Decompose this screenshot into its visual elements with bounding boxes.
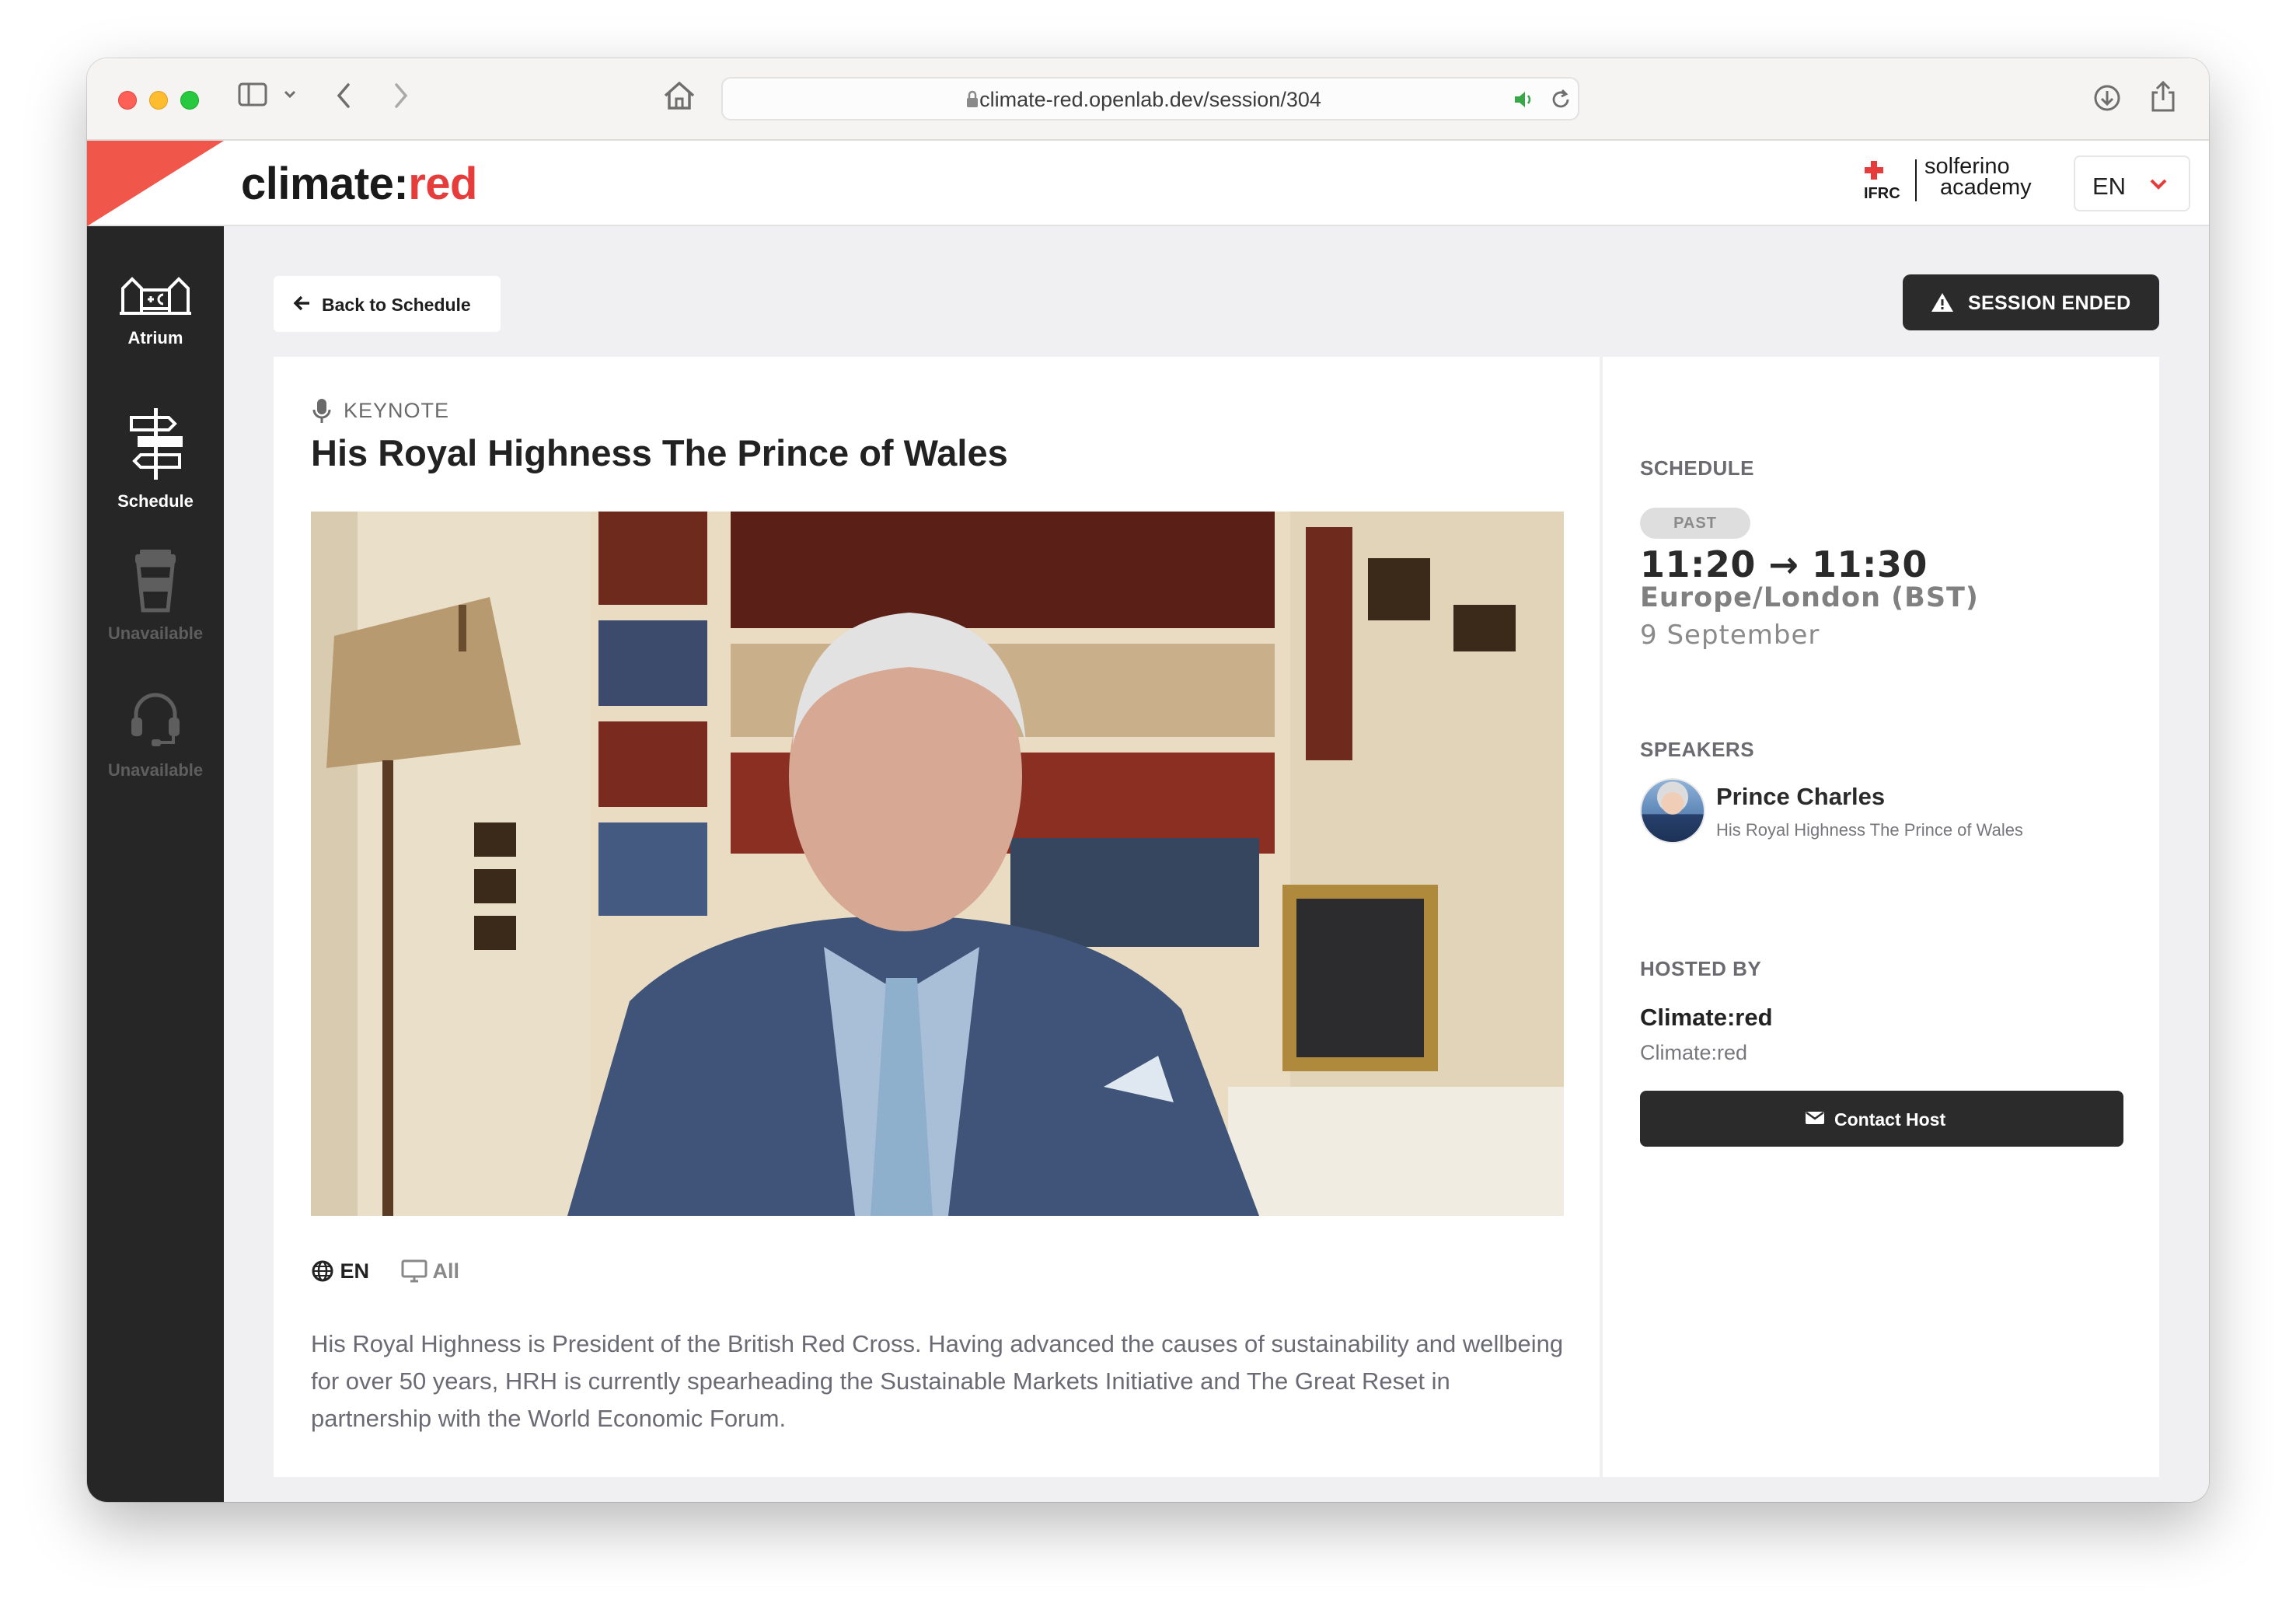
language-select[interactable]: EN — [2074, 155, 2190, 211]
partner-name-line1: solferino — [1924, 154, 2010, 179]
speaker-name[interactable]: Prince Charles — [1716, 783, 1885, 811]
sidebar-item-unavailable-headset: Unavailable — [87, 688, 224, 781]
session-language: EN — [311, 1259, 369, 1283]
warning-triangle-icon — [1931, 292, 1954, 317]
speakers-heading: SPEAKERS — [1640, 738, 1755, 761]
download-icon[interactable] — [2092, 83, 2122, 117]
sidebar-item-label: Unavailable — [107, 623, 204, 643]
zoom-window-button[interactable] — [180, 91, 199, 110]
close-window-button[interactable] — [118, 91, 137, 110]
red-cross-crescent-icon — [1864, 158, 1907, 188]
audio-playing-icon[interactable] — [1513, 89, 1536, 114]
sidebar: Atrium Schedule Unavailable Unavailable — [87, 226, 224, 1502]
headset-icon — [128, 693, 183, 753]
back-to-schedule-button[interactable]: Back to Schedule — [274, 276, 501, 332]
back-nav-icon[interactable] — [334, 82, 353, 114]
microphone-icon — [311, 397, 333, 431]
schedule-signpost-icon — [122, 408, 189, 484]
session-title: His Royal Highness The Prince of Wales — [311, 432, 1008, 473]
hosted-by-heading: HOSTED BY — [1640, 957, 1762, 980]
partner-name-line2: academy — [1940, 175, 2032, 200]
session-type-label: KEYNOTE — [344, 399, 450, 422]
atrium-icon — [118, 277, 193, 321]
sidebar-item-label: Atrium — [127, 328, 183, 347]
arrow-left-icon — [292, 293, 312, 317]
video-player[interactable] — [311, 512, 1564, 1216]
schedule-heading: SCHEDULE — [1640, 456, 1755, 480]
session-date: 9 September — [1640, 620, 1820, 651]
share-icon[interactable] — [2150, 80, 2176, 117]
speaker-video-frame — [311, 512, 1564, 1216]
brand-corner-triangle — [87, 141, 224, 226]
session-time-range: 11:20 → 11:30 — [1640, 543, 1928, 585]
reload-icon[interactable] — [1550, 88, 1572, 115]
solferino-academy-logo: solferino academy — [1924, 154, 2032, 200]
globe-icon — [311, 1259, 340, 1283]
chevron-down-icon — [2148, 176, 2169, 197]
session-audience: All — [401, 1259, 459, 1283]
session-ended-button[interactable]: SESSION ENDED — [1903, 274, 2159, 330]
address-bar[interactable]: climate-red.openlab.dev/session/304 — [721, 77, 1579, 120]
partner-divider — [1915, 159, 1917, 201]
sidebar-item-label: Unavailable — [107, 760, 204, 780]
envelope-icon — [1805, 1110, 1825, 1130]
sidebar-item-atrium[interactable]: Atrium — [87, 273, 224, 348]
url-text: climate-red.openlab.dev/session/304 — [979, 88, 1321, 111]
browser-toolbar: climate-red.openlab.dev/session/304 — [87, 58, 2209, 141]
speaker-avatar[interactable] — [1640, 778, 1705, 843]
contact-host-button[interactable]: Contact Host — [1640, 1091, 2123, 1147]
session-description: His Royal Highness is President of the B… — [311, 1330, 1564, 1432]
sidebar-toggle-icon[interactable] — [238, 82, 269, 112]
climate-red-logo[interactable]: climate:red — [241, 158, 477, 210]
speaker-role: His Royal Highness The Prince of Wales — [1716, 820, 2023, 840]
session-timezone: Europe/London (BST) — [1640, 582, 1979, 613]
host-name: Climate:red — [1640, 1004, 1773, 1031]
contact-host-label: Contact Host — [1834, 1109, 1946, 1130]
session-status-label: SESSION ENDED — [1968, 292, 2131, 314]
browser-window: climate-red.openlab.dev/session/304 clim… — [87, 58, 2209, 1502]
minimize-window-button[interactable] — [149, 91, 168, 110]
logo-accent-text: red — [408, 159, 477, 209]
host-subtitle: Climate:red — [1640, 1041, 1748, 1064]
back-button-label: Back to Schedule — [322, 295, 471, 315]
home-icon[interactable] — [662, 80, 696, 115]
sidebar-item-label: Schedule — [117, 491, 194, 511]
coffee-cup-icon — [131, 550, 180, 616]
ifrc-label: IFRC — [1864, 185, 1900, 202]
sidebar-item-unavailable-coffee: Unavailable — [87, 548, 224, 644]
chevron-down-icon[interactable] — [283, 89, 297, 104]
past-badge: PAST — [1640, 508, 1750, 539]
forward-nav-icon[interactable] — [392, 82, 410, 114]
monitor-icon — [401, 1259, 433, 1283]
session-language-label: EN — [340, 1259, 370, 1283]
logo-main-text: climate: — [241, 159, 409, 209]
sidebar-item-schedule[interactable]: Schedule — [87, 407, 224, 512]
language-select-value: EN — [2092, 173, 2127, 200]
session-audience-label: All — [432, 1259, 460, 1283]
